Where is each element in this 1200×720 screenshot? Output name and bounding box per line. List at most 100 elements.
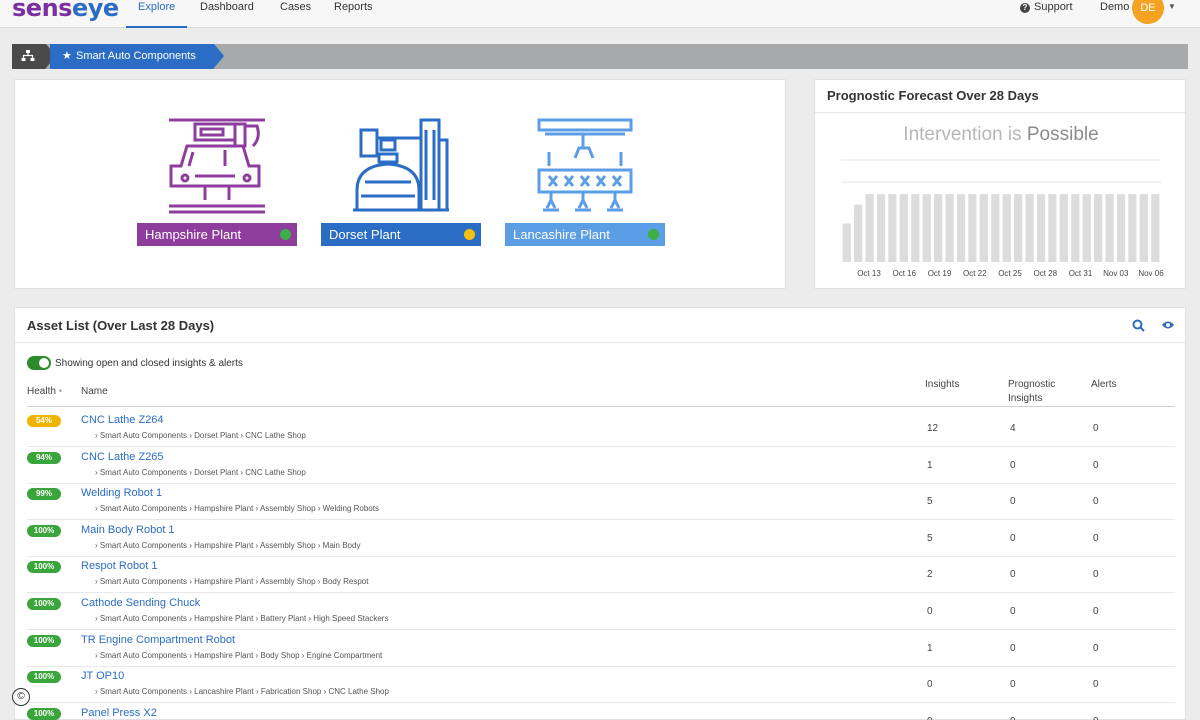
plants-panel: Hampshire Plant Dorset Plant Lancashire … (14, 79, 786, 289)
alerts-count: 0 (1093, 459, 1099, 471)
asset-path: › Smart Auto Components › Lancashire Pla… (95, 687, 389, 697)
forecast-bar (979, 194, 988, 262)
asset-name-link[interactable]: CNC Lathe Z265 (81, 451, 164, 463)
status-dot (464, 229, 475, 240)
alerts-count: 0 (1093, 716, 1099, 720)
forecast-bar (968, 194, 977, 262)
forecast-bar (1036, 194, 1046, 262)
table-row[interactable]: 100% JT OP10 › Smart Auto Components › Lan… (15, 667, 1185, 704)
insights-count: 1 (927, 642, 933, 654)
tab-reports[interactable]: Reports (334, 0, 373, 28)
forecast-bar (1014, 194, 1023, 262)
hierarchy-icon (21, 50, 35, 61)
forecast-bar (876, 194, 886, 262)
tab-explore[interactable]: Explore (126, 0, 188, 28)
table-row[interactable]: 100% Cathode Sending Chuck › Smart Auto Co… (15, 594, 1185, 630)
breadcrumb: ★ Smart Auto Components (12, 44, 1188, 69)
prognostic-insights-count: 0 (1010, 496, 1016, 508)
alerts-count: 0 (1093, 569, 1099, 581)
asset-name-link[interactable]: TR Engine Compartment Robot (81, 634, 235, 646)
column-header-insights[interactable]: Insights (925, 378, 959, 392)
forecast-bar (1025, 194, 1034, 262)
forecast-bar (1116, 194, 1126, 262)
prognostic-insights-count: 0 (1010, 716, 1016, 720)
table-row[interactable]: 100% Main Body Robot 1 › Smart Auto Compon… (15, 521, 1185, 557)
forecast-bar (934, 194, 943, 262)
forecast-chart: Oct 13 Oct 16 Oct 19 Oct 22 Oct 25 Oct 28 Oct … (841, 159, 1164, 278)
insights-count: 0 (927, 716, 933, 720)
table-row[interactable]: 99% Welding Robot 1 › Smart Auto Component… (15, 484, 1185, 521)
insights-count: 0 (927, 606, 933, 617)
column-header-alerts[interactable]: Alerts (1091, 378, 1117, 392)
show-closed-toggle[interactable] (27, 356, 51, 370)
health-badge: 94% (27, 451, 61, 464)
health-badge: 100% (27, 598, 61, 610)
asset-name-link[interactable]: CNC Lathe Z264 (81, 414, 164, 426)
x-tick-label: Nov 06 (1138, 269, 1164, 278)
table-row[interactable]: 94% CNC Lathe Z265 › Smart Auto Components… (15, 448, 1185, 484)
eye-icon[interactable] (1161, 320, 1175, 330)
forecast-bar (1139, 194, 1148, 262)
forecast-bar (1128, 194, 1137, 262)
x-tick-label: Oct 25 (998, 269, 1022, 278)
asset-name-link[interactable]: JT OP10 (81, 670, 124, 682)
forecast-bar (1105, 194, 1114, 262)
table-row[interactable]: 100% Panel Press X2 0 0 0 (15, 704, 1185, 720)
asset-name-link[interactable]: Panel Press X2 (81, 707, 157, 719)
forecast-bar (1048, 194, 1057, 262)
breadcrumb-current[interactable]: ★ Smart Auto Components (50, 44, 224, 69)
senseye-logo[interactable]: senseye (12, 0, 119, 22)
forecast-bar (1059, 194, 1068, 262)
chevron-down-icon[interactable]: ▼ (1168, 2, 1176, 11)
tab-dashboard[interactable]: Dashboard (200, 0, 254, 28)
column-header-name[interactable]: Name (81, 385, 108, 399)
forecast-panel: Prognostic Forecast Over 28 Days Interve… (814, 79, 1186, 289)
copyright-icon: © (12, 688, 30, 706)
plant-card-dorset[interactable]: Dorset Plant (321, 223, 481, 246)
x-tick-label: Nov 03 (1103, 269, 1129, 278)
hierarchy-home-button[interactable] (12, 44, 56, 69)
table-row[interactable]: 100% Respot Robot 1 › Smart Auto Component… (15, 557, 1185, 594)
help-icon: ? (1020, 3, 1030, 13)
forecast-bar (1002, 194, 1011, 262)
x-tick-label: Oct 22 (963, 269, 987, 278)
insights-count: 2 (927, 569, 933, 581)
health-badge: 100% (27, 671, 61, 684)
search-icon[interactable] (1132, 319, 1145, 332)
column-header-health[interactable]: Health • (27, 385, 62, 399)
x-tick-label: Oct 28 (1034, 269, 1058, 278)
toggle-label: Showing open and closed insights & alert… (55, 358, 243, 369)
forecast-bar (1071, 194, 1080, 262)
plant-card-hampshire[interactable]: Hampshire Plant (137, 223, 297, 246)
column-header-prognostic-insights[interactable]: Prognostic Insights (1008, 378, 1055, 406)
prognostic-insights-count: 0 (1010, 606, 1016, 617)
forecast-bar (1151, 194, 1160, 262)
asset-path: › Smart Auto Components › Hampshire Plan… (95, 650, 383, 660)
forecast-bar (991, 194, 1000, 262)
table-row[interactable]: 54% CNC Lathe Z264 › Smart Auto Components… (15, 411, 1185, 447)
support-link[interactable]: ? Support (1020, 0, 1073, 14)
top-nav: senseye Explore Dashboard Cases Reports … (0, 0, 1200, 28)
user-name[interactable]: Demo (1100, 0, 1129, 14)
table-row[interactable]: 100% TR Engine Compartment Robot › Smart A… (15, 631, 1185, 667)
car-assembly-icon (169, 118, 265, 214)
forecast-bar (865, 194, 874, 262)
asset-name-link[interactable]: Cathode Sending Chuck (81, 597, 200, 609)
asset-name-link[interactable]: Welding Robot 1 (81, 487, 162, 499)
asset-list-title: Asset List (Over Last 28 Days) (27, 318, 215, 333)
prognostic-insights-count: 0 (1010, 532, 1016, 544)
forecast-bar (1094, 194, 1103, 262)
alerts-count: 0 (1093, 496, 1099, 508)
asset-name-link[interactable]: Main Body Robot 1 (81, 524, 175, 536)
health-badge: 54% (27, 415, 61, 427)
asset-path: › Smart Auto Components › Hampshire Plan… (95, 504, 379, 514)
x-tick-label: Oct 16 (893, 269, 917, 278)
asset-name-link[interactable]: Respot Robot 1 (81, 560, 157, 572)
status-dot (280, 229, 291, 240)
x-tick-label: Oct 31 (1069, 269, 1093, 278)
avatar[interactable]: DE (1132, 0, 1164, 24)
plant-card-lancashire[interactable]: Lancashire Plant (505, 223, 665, 246)
prognostic-insights-count: 0 (1010, 679, 1016, 691)
tab-cases[interactable]: Cases (280, 0, 311, 28)
asset-path: › Smart Auto Components › Hampshire Plan… (95, 577, 369, 587)
